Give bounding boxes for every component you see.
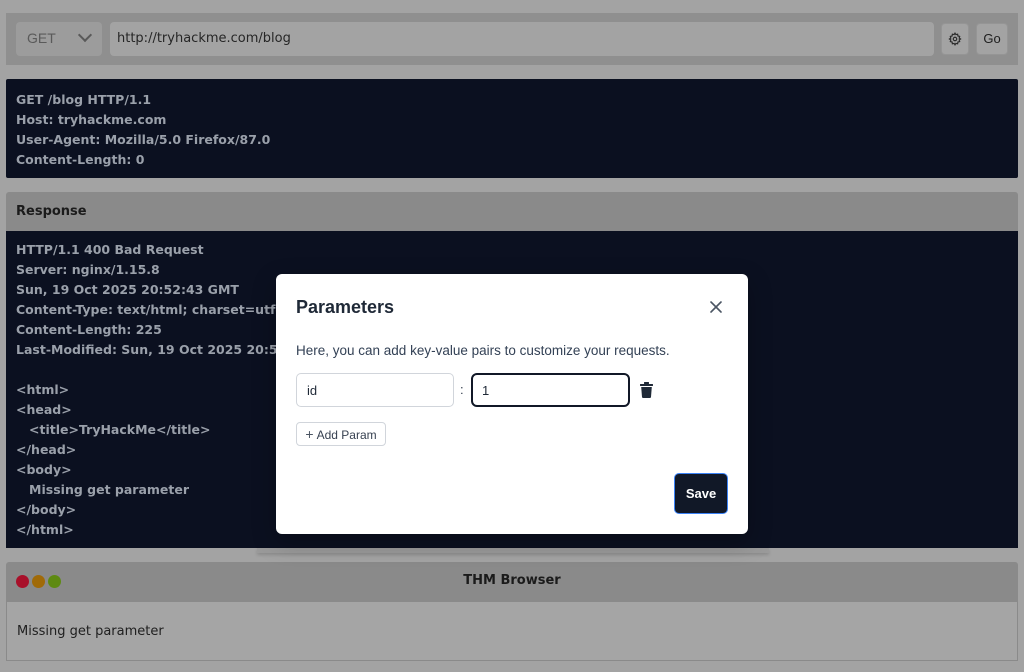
modal-title: Parameters — [296, 297, 395, 317]
add-param-button[interactable]: + Add Param — [296, 422, 386, 446]
modal-description: Here, you can add key-value pairs to cus… — [296, 343, 670, 358]
request-line: User-Agent: Mozilla/5.0 Firefox/87.0 — [16, 132, 271, 147]
browser-title: THM Browser — [463, 573, 561, 588]
modal-backdrop-shadow — [257, 548, 769, 553]
response-line: HTTP/1.1 400 Bad Request — [16, 242, 204, 257]
close-icon[interactable] — [709, 300, 723, 314]
request-line: Host: tryhackme.com — [16, 112, 167, 127]
request-line: GET /blog HTTP/1.1 — [16, 92, 152, 107]
settings-button[interactable] — [941, 23, 969, 55]
save-button[interactable]: Save — [674, 473, 728, 514]
method-select[interactable]: GET — [16, 22, 102, 56]
url-input[interactable]: http://tryhackme.com/blog — [110, 22, 934, 56]
gear-icon — [948, 32, 962, 46]
plus-icon: + — [305, 426, 314, 442]
add-param-label: Add Param — [316, 428, 377, 442]
request-line: Content-Length: 0 — [16, 152, 145, 167]
request-bar: GET http://tryhackme.com/blog Go — [6, 13, 1018, 65]
response-header: Response — [6, 192, 1018, 231]
param-key-input[interactable] — [296, 373, 454, 407]
browser-titlebar: THM Browser — [6, 562, 1018, 601]
request-panel: GET /blog HTTP/1.1 Host: tryhackme.com U… — [6, 79, 1018, 178]
parameters-modal: Parameters Here, you can add key-value p… — [276, 274, 748, 534]
browser-content: Missing get parameter — [6, 601, 1018, 661]
param-value-input[interactable] — [471, 373, 630, 407]
chevron-down-icon — [77, 27, 93, 43]
method-value: GET — [27, 30, 56, 46]
trash-icon[interactable] — [640, 382, 653, 398]
go-button[interactable]: Go — [976, 23, 1008, 55]
param-separator: : — [460, 382, 464, 397]
